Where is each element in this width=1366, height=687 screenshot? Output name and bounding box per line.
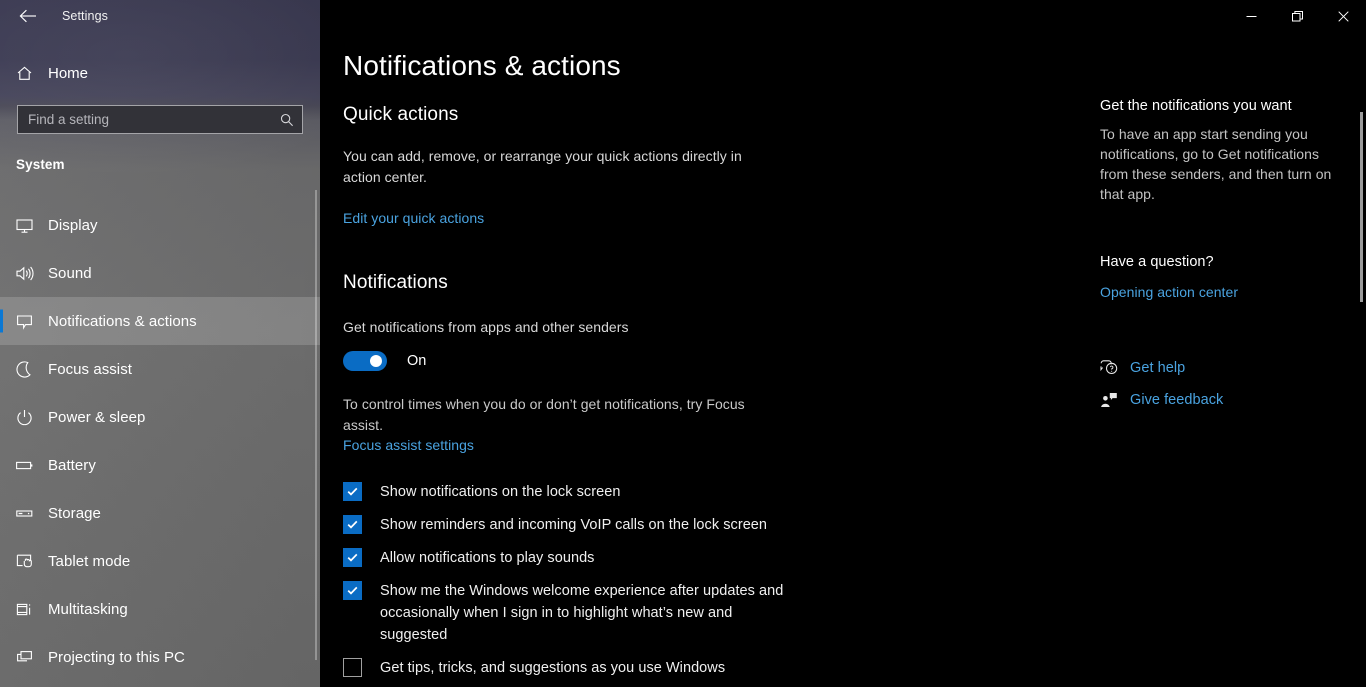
speaker-icon bbox=[0, 264, 48, 283]
edit-quick-actions-link-wrap: Edit your quick actions bbox=[343, 210, 1083, 228]
checkbox-row[interactable]: Allow notifications to play sounds bbox=[343, 547, 1083, 569]
moon-icon bbox=[0, 360, 48, 379]
close-button[interactable] bbox=[1320, 0, 1366, 32]
edit-quick-actions-link[interactable]: Edit your quick actions bbox=[343, 210, 484, 226]
give-feedback-label: Give feedback bbox=[1130, 392, 1224, 408]
settings-column: Quick actions You can add, remove, or re… bbox=[343, 104, 1083, 687]
search-box[interactable] bbox=[17, 105, 303, 134]
speech-bubble-icon bbox=[0, 312, 48, 331]
battery-icon bbox=[0, 456, 48, 475]
minimize-icon bbox=[1246, 15, 1256, 17]
sidebar-item-label: Battery bbox=[48, 456, 96, 474]
restore-icon bbox=[1291, 10, 1303, 21]
sidebar-item-storage[interactable]: Storage bbox=[0, 489, 320, 537]
checkbox-allow-notification-sounds[interactable] bbox=[343, 548, 362, 567]
help-bubble-icon bbox=[1100, 360, 1130, 376]
sidebar-group-title: System bbox=[16, 157, 65, 172]
sidebar-item-projecting-to-this-pc[interactable]: Projecting to this PC bbox=[0, 633, 320, 681]
close-icon bbox=[1337, 10, 1349, 22]
focus-assist-note: To control times when you do or don’t ge… bbox=[343, 396, 745, 433]
power-icon bbox=[0, 408, 48, 427]
sidebar-item-label: Sound bbox=[48, 264, 92, 282]
sidebar-item-display[interactable]: Display bbox=[0, 201, 320, 249]
sidebar-scrollbar[interactable] bbox=[315, 190, 317, 660]
window-title: Settings bbox=[62, 9, 108, 23]
checkbox-label: Show reminders and incoming VoIP calls o… bbox=[380, 517, 768, 533]
checkbox-row[interactable]: Show reminders and incoming VoIP calls o… bbox=[343, 514, 1083, 536]
checkbox-label: Get tips, tricks, and suggestions as you… bbox=[380, 660, 726, 676]
window-controls bbox=[1228, 0, 1366, 32]
sidebar-item-label: Display bbox=[48, 216, 98, 234]
multitasking-icon bbox=[0, 600, 48, 619]
notifications-toggle-label: Get notifications from apps and other se… bbox=[343, 319, 629, 335]
sidebar-item-label: Power & sleep bbox=[48, 408, 146, 426]
sidebar: Home System bbox=[0, 0, 320, 687]
get-help-label: Get help bbox=[1130, 360, 1186, 376]
drive-icon bbox=[0, 504, 48, 523]
toggle-knob bbox=[370, 355, 382, 367]
notification-options-list: Show notifications on the lock screen Sh… bbox=[343, 481, 1083, 679]
sidebar-item-multitasking[interactable]: Multitasking bbox=[0, 585, 320, 633]
minimize-button[interactable] bbox=[1228, 0, 1274, 32]
quick-actions-heading: Quick actions bbox=[343, 104, 459, 125]
tablet-hand-icon bbox=[0, 552, 48, 571]
checkbox-show-notifications-lock-screen[interactable] bbox=[343, 482, 362, 501]
sidebar-item-label: Notifications & actions bbox=[48, 312, 197, 330]
give-feedback-action[interactable]: Give feedback bbox=[1100, 384, 1350, 416]
monitor-icon bbox=[0, 216, 48, 235]
search-container bbox=[17, 105, 303, 134]
sidebar-item-home[interactable]: Home bbox=[0, 56, 320, 90]
notifications-toggle[interactable] bbox=[343, 351, 387, 371]
rail-heading-question: Have a question? bbox=[1100, 254, 1214, 270]
content-scrollbar[interactable] bbox=[1360, 112, 1363, 302]
sidebar-item-label: Tablet mode bbox=[48, 552, 131, 570]
search-icon[interactable] bbox=[280, 113, 294, 127]
checkbox-label: Show notifications on the lock screen bbox=[380, 484, 621, 500]
rail-actions: Get help Give feedback bbox=[1100, 352, 1350, 416]
focus-assist-settings-link[interactable]: Focus assist settings bbox=[343, 437, 474, 453]
checkbox-show-reminders-voip[interactable] bbox=[343, 515, 362, 534]
sidebar-item-tablet-mode[interactable]: Tablet mode bbox=[0, 537, 320, 585]
get-help-action[interactable]: Get help bbox=[1100, 352, 1350, 384]
home-icon bbox=[0, 65, 48, 82]
sidebar-item-label: Multitasking bbox=[48, 600, 128, 618]
restore-button[interactable] bbox=[1274, 0, 1320, 32]
sidebar-item-sound[interactable]: Sound bbox=[0, 249, 320, 297]
quick-actions-description: You can add, remove, or rearrange your q… bbox=[343, 148, 742, 185]
sidebar-item-focus-assist[interactable]: Focus assist bbox=[0, 345, 320, 393]
search-input[interactable] bbox=[18, 106, 302, 133]
page-title: Notifications & actions bbox=[343, 50, 621, 81]
sidebar-item-battery[interactable]: Battery bbox=[0, 441, 320, 489]
sidebar-home-label: Home bbox=[48, 64, 89, 82]
notifications-toggle-state: On bbox=[407, 353, 427, 369]
sidebar-item-notifications-and-actions[interactable]: Notifications & actions bbox=[0, 297, 320, 345]
feedback-person-icon bbox=[1100, 392, 1130, 408]
focus-assist-link-wrap: Focus assist settings bbox=[343, 437, 1083, 455]
checkbox-windows-welcome-experience[interactable] bbox=[343, 581, 362, 600]
projecting-icon bbox=[0, 648, 48, 667]
checkbox-tips-tricks-suggestions[interactable] bbox=[343, 658, 362, 677]
checkbox-label: Show me the Windows welcome experience a… bbox=[380, 583, 784, 643]
back-button[interactable] bbox=[6, 0, 50, 32]
sidebar-item-label: Projecting to this PC bbox=[48, 648, 185, 666]
sidebar-item-label: Storage bbox=[48, 504, 101, 522]
checkbox-label: Allow notifications to play sounds bbox=[380, 550, 595, 566]
checkbox-row[interactable]: Get tips, tricks, and suggestions as you… bbox=[343, 657, 1083, 679]
rail-heading-notifications: Get the notifications you want bbox=[1100, 98, 1292, 114]
sidebar-item-label: Focus assist bbox=[48, 360, 132, 378]
notifications-toggle-row: On bbox=[343, 350, 1083, 372]
sidebar-item-power-and-sleep[interactable]: Power & sleep bbox=[0, 393, 320, 441]
main-content: Notifications & actions Quick actions Yo… bbox=[320, 0, 1366, 687]
settings-window: Home System bbox=[0, 0, 1366, 687]
opening-action-center-link[interactable]: Opening action center bbox=[1100, 284, 1238, 300]
checkbox-row[interactable]: Show me the Windows welcome experience a… bbox=[343, 580, 1083, 646]
notifications-heading: Notifications bbox=[343, 272, 448, 293]
rail-body-notifications: To have an app start sending you notific… bbox=[1100, 126, 1332, 202]
right-rail: Get the notifications you want To have a… bbox=[1100, 98, 1350, 416]
checkbox-row[interactable]: Show notifications on the lock screen bbox=[343, 481, 1083, 503]
sidebar-nav: Display Sound Notifications & actions Fo… bbox=[0, 201, 320, 681]
